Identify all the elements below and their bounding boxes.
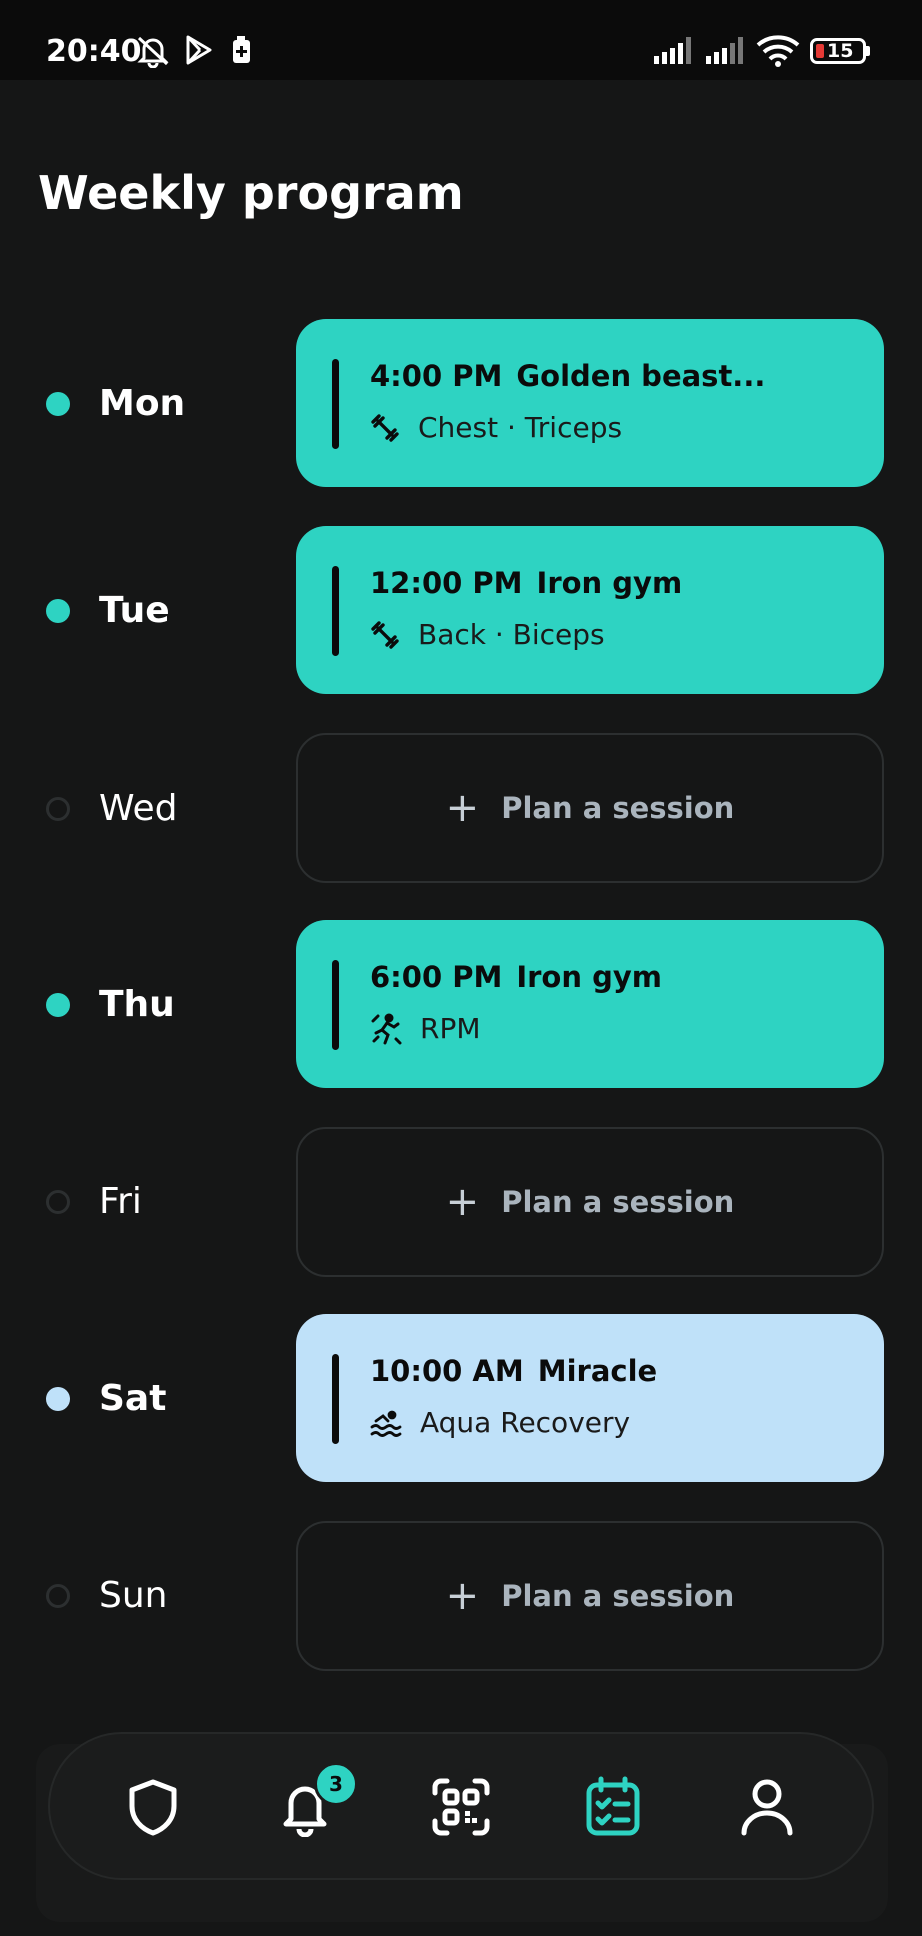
session-gym: Golden beast... — [516, 359, 766, 393]
plan-session-button-wed[interactable]: + Plan a session — [296, 733, 884, 883]
day-label: Thu — [99, 984, 175, 1025]
plus-icon: + — [445, 1573, 480, 1619]
nav-profile[interactable] — [732, 1772, 802, 1842]
session-title: 10:00 AM Miracle — [370, 1354, 657, 1388]
battery-level: 15 — [827, 40, 854, 62]
day-status-dot — [46, 993, 70, 1017]
signal-icon — [706, 37, 743, 64]
day-label: Tue — [99, 590, 170, 631]
session-card-thu[interactable]: 6:00 PM Iron gym RPM — [296, 920, 884, 1088]
session-gym: Iron gym — [536, 566, 683, 600]
session-time: 12:00 PM — [370, 566, 523, 600]
session-time: 6:00 PM — [370, 960, 503, 994]
session-time: 4:00 PM — [370, 359, 503, 393]
session-card-mon[interactable]: 4:00 PM Golden beast... Chest · Triceps — [296, 319, 884, 487]
day-label: Fri — [99, 1181, 142, 1222]
page-title: Weekly program — [38, 166, 464, 220]
day-status-dot — [46, 1387, 70, 1411]
notification-badge: 3 — [314, 1762, 358, 1806]
plan-session-button-sun[interactable]: + Plan a session — [296, 1521, 884, 1671]
session-card-tue[interactable]: 12:00 PM Iron gym Back · Biceps — [296, 526, 884, 694]
day-label: Wed — [99, 788, 178, 829]
session-gym: Iron gym — [516, 960, 662, 994]
muted-bell-icon — [134, 36, 169, 68]
day-label: Mon — [99, 383, 186, 424]
day-status-dot — [46, 797, 70, 821]
shield-icon — [129, 1779, 177, 1836]
nav-qr-code[interactable] — [426, 1772, 496, 1842]
play-store-icon — [186, 35, 212, 65]
battery-icon: 15 — [810, 38, 866, 64]
battery-saver-icon — [233, 36, 250, 63]
status-bar: 20:40 15 — [0, 0, 922, 80]
dumbbell-icon — [371, 413, 399, 442]
session-card-sat[interactable]: 10:00 AM Miracle Aqua Recovery — [296, 1314, 884, 1482]
status-time: 20:40 — [46, 34, 142, 69]
session-gym: Miracle — [537, 1354, 658, 1388]
session-title: 12:00 PM Iron gym — [370, 566, 682, 600]
plus-icon: + — [445, 785, 480, 831]
plus-icon: + — [445, 1179, 480, 1225]
nav-weekly-program[interactable] — [578, 1772, 648, 1842]
profile-icon — [741, 1779, 793, 1836]
day-status-dot — [46, 1584, 70, 1608]
session-activity: Back · Biceps — [370, 618, 605, 651]
session-activity: Aqua Recovery — [370, 1406, 630, 1439]
day-status-dot — [46, 1190, 70, 1214]
session-title: 4:00 PM Golden beast... — [370, 359, 765, 393]
dumbbell-icon — [371, 620, 399, 649]
calendar-check-icon — [586, 1776, 640, 1836]
session-title: 6:00 PM Iron gym — [370, 960, 662, 994]
session-activity: Chest · Triceps — [370, 411, 622, 444]
day-status-dot — [46, 599, 70, 623]
plan-session-button-fri[interactable]: + Plan a session — [296, 1127, 884, 1277]
nav-shield[interactable] — [118, 1772, 188, 1842]
qr-code-icon — [432, 1778, 490, 1836]
cycling-icon — [371, 1013, 402, 1044]
signal-icon — [654, 37, 691, 64]
day-label: Sat — [99, 1378, 167, 1419]
wifi-icon — [756, 35, 800, 67]
session-activity: RPM — [370, 1012, 481, 1045]
session-time: 10:00 AM — [370, 1354, 524, 1388]
day-status-dot — [46, 392, 70, 416]
day-label: Sun — [99, 1575, 168, 1616]
swimming-icon — [370, 1410, 402, 1437]
